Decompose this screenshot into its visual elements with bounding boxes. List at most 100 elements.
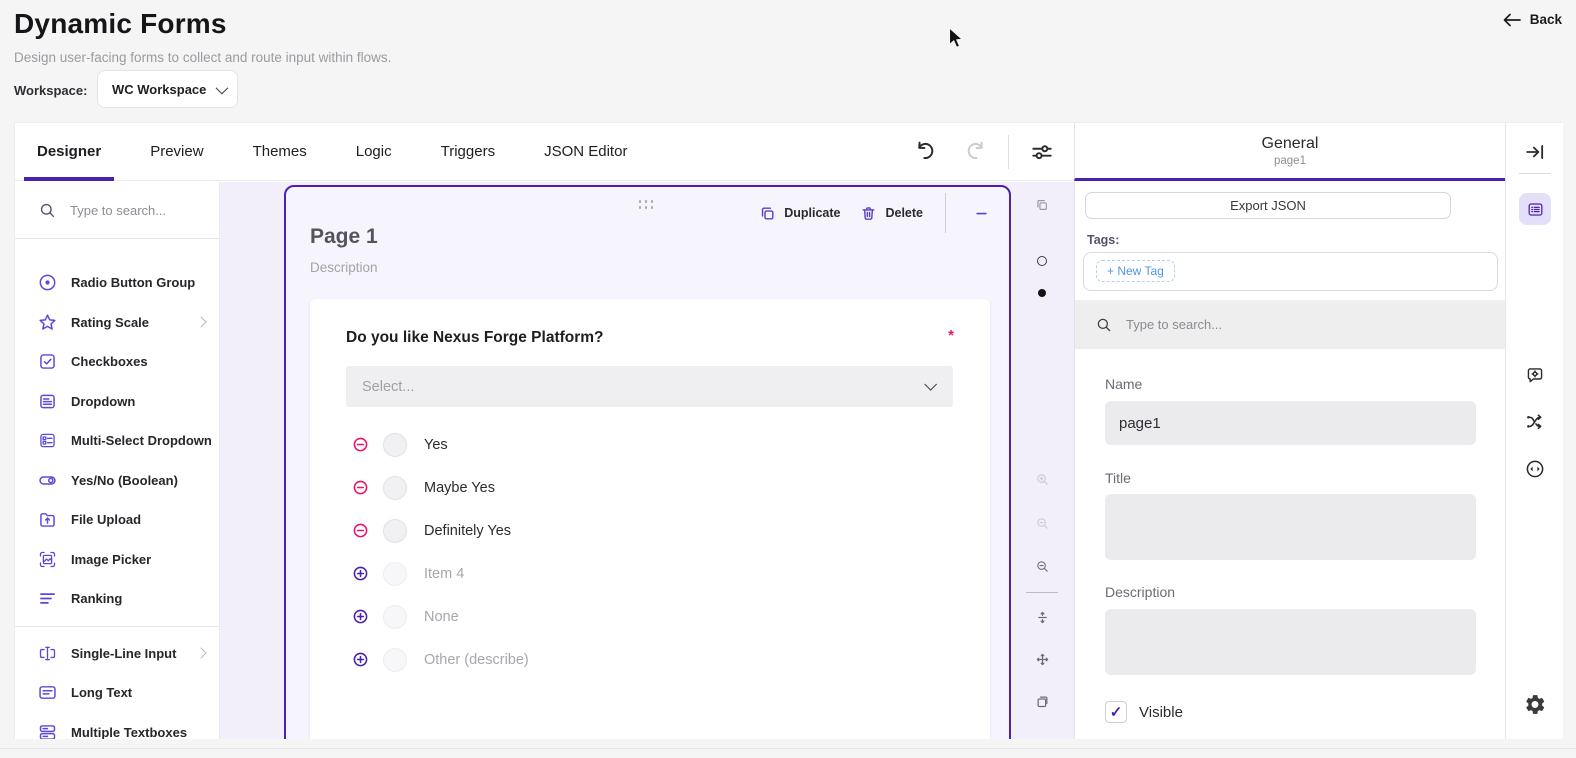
- question-card[interactable]: Do you like Nexus Forge Platform? * Sele…: [310, 299, 990, 739]
- toolbox-item-multiple-textboxes[interactable]: Multiple Textboxes: [15, 713, 219, 740]
- toolbox-item-label: Rating Scale: [71, 315, 149, 330]
- toolbox-item-dropdown[interactable]: Dropdown: [15, 382, 219, 422]
- zoom-reset-button[interactable]: [1030, 516, 1054, 531]
- tab-triggers[interactable]: Triggers: [428, 123, 508, 180]
- toolbox-item-rating-scale[interactable]: Rating Scale: [15, 303, 219, 343]
- checkbox-checked-icon[interactable]: ✓: [1105, 701, 1127, 723]
- radio-circle[interactable]: [383, 519, 407, 543]
- tab-question-settings[interactable]: [1524, 365, 1545, 386]
- add-choice-icon[interactable]: [352, 608, 369, 625]
- undo-button[interactable]: [913, 139, 938, 164]
- toolbox-item-boolean[interactable]: Yes/No (Boolean): [15, 461, 219, 501]
- toolbox-search-input[interactable]: [70, 203, 200, 218]
- radio-circle[interactable]: [383, 476, 407, 500]
- choice-label[interactable]: Maybe Yes: [424, 480, 495, 496]
- toolbox-item-label: Image Picker: [71, 552, 151, 567]
- back-button[interactable]: Back: [1503, 12, 1562, 27]
- page-description-placeholder[interactable]: Description: [310, 260, 378, 275]
- toolbox-item-long-text[interactable]: Long Text: [15, 673, 219, 713]
- new-tag-button[interactable]: + New Tag: [1096, 260, 1175, 282]
- creator-settings-button[interactable]: [1523, 693, 1546, 716]
- toolbox-item-label: Single-Line Input: [71, 646, 176, 661]
- multiple-textboxes-icon: [37, 722, 58, 739]
- choice-label[interactable]: Item 4: [424, 566, 464, 582]
- toolbox-item-radio-button-group[interactable]: Radio Button Group: [15, 263, 219, 303]
- description-field[interactable]: [1105, 609, 1476, 675]
- toolbox-item-label: Radio Button Group: [71, 275, 195, 290]
- toolbox-item-file-upload[interactable]: File Upload: [15, 500, 219, 540]
- name-field[interactable]: [1105, 401, 1476, 445]
- choice-row: Item 4: [310, 552, 990, 595]
- rating-icon: [37, 312, 58, 333]
- chat-gear-icon: [1524, 365, 1545, 386]
- sliders-icon: [1029, 139, 1055, 165]
- property-search[interactable]: [1075, 300, 1505, 349]
- toolbox-search[interactable]: [15, 182, 219, 239]
- zoom-in-button[interactable]: [1030, 472, 1054, 487]
- question-title[interactable]: Do you like Nexus Forge Platform?: [346, 329, 604, 347]
- question-select[interactable]: Select...: [346, 366, 953, 407]
- drag-handle-icon[interactable]: [639, 200, 657, 212]
- choice-label[interactable]: Other (describe): [424, 652, 529, 668]
- property-search-input[interactable]: [1126, 317, 1326, 332]
- tab-general-properties[interactable]: [1519, 193, 1551, 225]
- choice-label[interactable]: None: [424, 609, 459, 625]
- tab-logic-flow[interactable]: [1524, 411, 1546, 433]
- redo-button[interactable]: [963, 139, 988, 164]
- remove-choice-icon[interactable]: [352, 436, 369, 453]
- tab-translation[interactable]: [1524, 458, 1546, 480]
- add-choice-icon[interactable]: [352, 565, 369, 582]
- remove-choice-icon[interactable]: [352, 522, 369, 539]
- toolbox-item-ranking[interactable]: Ranking: [15, 579, 219, 619]
- horizontal-scrollbar-track[interactable]: [0, 748, 1576, 749]
- radio-circle[interactable]: [383, 433, 407, 457]
- title-field[interactable]: [1105, 494, 1476, 560]
- choice-label[interactable]: Yes: [424, 437, 448, 453]
- toolbox-item-label: Yes/No (Boolean): [71, 473, 178, 488]
- surface-settings-button[interactable]: [1030, 694, 1054, 709]
- arrow-left-icon: [1503, 13, 1521, 27]
- toolbox-item-checkboxes[interactable]: Checkboxes: [15, 342, 219, 382]
- image-picker-icon: [37, 549, 58, 570]
- circle-arrows-icon: [1524, 458, 1546, 480]
- zoom-out-button[interactable]: [1030, 559, 1054, 574]
- dynamic-forms-app: Dynamic Forms Design user-facing forms t…: [0, 0, 1576, 758]
- collapse-page-button[interactable]: [968, 206, 995, 221]
- property-grid-icon: [1526, 200, 1545, 219]
- visible-checkbox-row[interactable]: ✓ Visible: [1105, 701, 1183, 723]
- add-choice-icon[interactable]: [352, 651, 369, 668]
- tab-json-editor[interactable]: JSON Editor: [531, 123, 640, 180]
- fit-height-button[interactable]: [1030, 610, 1054, 625]
- page-name[interactable]: Page 1: [310, 225, 378, 249]
- toolbox-item-label: Multiple Textboxes: [71, 725, 187, 739]
- tab-preview[interactable]: Preview: [137, 123, 216, 180]
- workspace-select[interactable]: WC Workspace: [97, 70, 238, 108]
- export-json-button[interactable]: Export JSON: [1085, 192, 1451, 219]
- remove-choice-icon[interactable]: [352, 479, 369, 496]
- radio-circle[interactable]: [383, 648, 407, 672]
- radio-circle[interactable]: [383, 605, 407, 629]
- tab-themes[interactable]: Themes: [240, 123, 320, 180]
- toolbox-item-image-picker[interactable]: Image Picker: [15, 540, 219, 580]
- page-card[interactable]: Duplicate Delete Page 1 Description: [284, 185, 1011, 739]
- radio-circle[interactable]: [383, 562, 407, 586]
- toolbox-item-multiselect-dropdown[interactable]: Multi-Select Dropdown: [15, 421, 219, 461]
- tab-logic[interactable]: Logic: [343, 123, 405, 180]
- tags-box: + New Tag: [1083, 252, 1498, 291]
- strip-divider: [1519, 173, 1551, 174]
- collapse-panel-button[interactable]: [1524, 141, 1546, 163]
- duplicate-page-mini-button[interactable]: [1030, 198, 1054, 212]
- tab-designer[interactable]: Designer: [24, 123, 114, 180]
- duplicate-page-button[interactable]: Duplicate: [759, 205, 840, 222]
- toolbox-item-single-line-input[interactable]: Single-Line Input: [15, 634, 219, 674]
- delete-page-button[interactable]: Delete: [860, 205, 923, 222]
- page-navigator-dot-icon[interactable]: [1030, 289, 1054, 297]
- choice-label[interactable]: Definitely Yes: [424, 523, 511, 539]
- page-navigator-current-icon[interactable]: [1030, 256, 1054, 266]
- delete-label: Delete: [885, 206, 923, 220]
- designer-settings-button[interactable]: [1029, 139, 1055, 165]
- choice-list: Yes Maybe Yes: [310, 423, 990, 681]
- choice-row: None: [310, 595, 990, 638]
- duplicate-label: Duplicate: [784, 206, 840, 220]
- fit-page-button[interactable]: [1030, 652, 1054, 667]
